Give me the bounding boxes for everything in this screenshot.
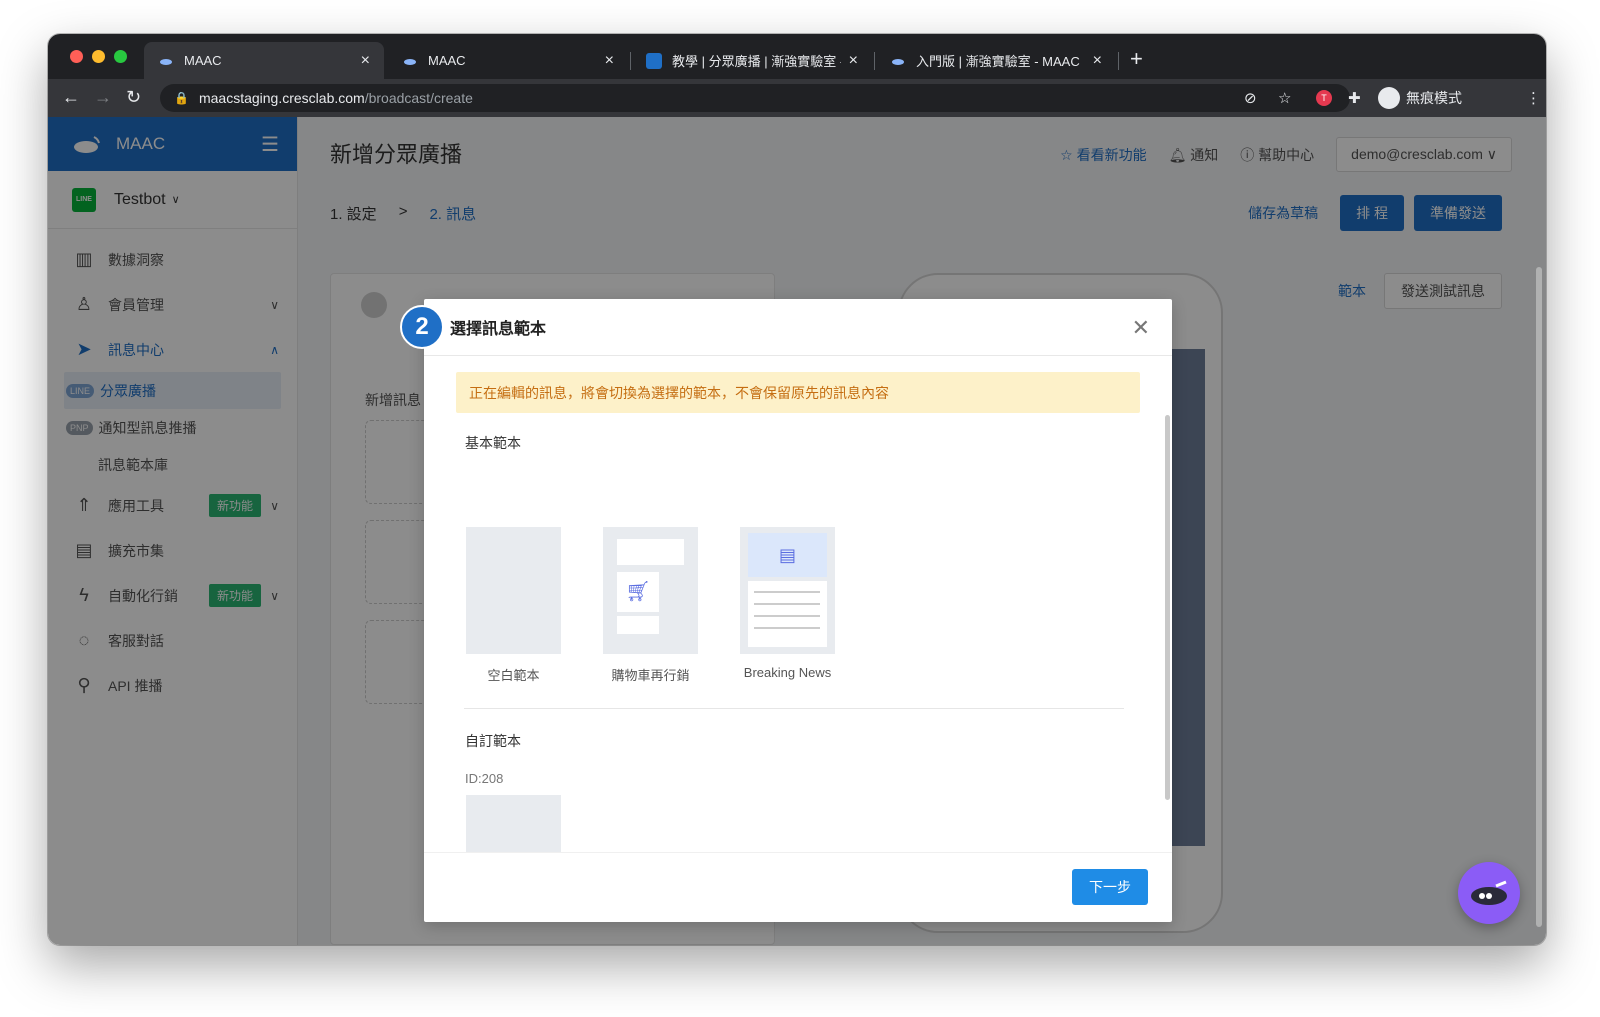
modal-header: 2 選擇訊息範本 ✕: [400, 299, 1172, 356]
lock-icon: 🔒: [174, 91, 189, 105]
incognito-icon: [1378, 87, 1400, 109]
tab-title: 教學 | 分眾廣播 | 漸強實驗室 - 鼠: [672, 54, 841, 69]
template-breaking-news[interactable]: ▤ Breaking News: [740, 527, 835, 680]
reload-icon[interactable]: ↻: [126, 87, 141, 108]
browser-tab-2[interactable]: MAAC ×: [388, 42, 628, 79]
incognito-profile[interactable]: 無痕模式: [1378, 87, 1462, 109]
url-path: /broadcast/create: [364, 90, 473, 106]
forward-icon[interactable]: →: [94, 87, 112, 108]
step-number-badge: 2: [400, 305, 444, 349]
tab-title: 入門版 | 漸強實驗室 - MAAC: [916, 54, 1080, 69]
template-label: Breaking News: [743, 665, 832, 680]
new-tab-icon[interactable]: +: [1130, 46, 1143, 72]
tab-title: MAAC: [184, 53, 222, 68]
custom-template-thumbnail[interactable]: [466, 795, 561, 852]
extension-icon[interactable]: T: [1316, 90, 1332, 106]
maac-favicon-icon: [158, 53, 174, 69]
template-thumbnail: [466, 527, 561, 654]
page-scrollbar[interactable]: [1536, 267, 1542, 927]
maac-favicon-icon: [890, 53, 906, 69]
maximize-window-button[interactable]: [114, 50, 127, 63]
template-thumbnail: ▤: [740, 527, 835, 654]
modal-scrollbar[interactable]: [1165, 415, 1170, 800]
tab-bar: MAAC × MAAC × 教學 | 分眾廣播 | 漸強實驗室 - 鼠 × 入門…: [48, 34, 1546, 79]
close-tab-icon[interactable]: ×: [849, 52, 858, 70]
window-controls: [70, 50, 127, 63]
template-label: 購物車再行銷: [611, 668, 690, 683]
kebab-menu-icon[interactable]: ⋮: [1526, 89, 1541, 107]
browser-tab-1[interactable]: MAAC ×: [144, 42, 384, 79]
template-thumbnail: 🛒︎: [603, 527, 698, 654]
close-tab-icon[interactable]: ×: [361, 52, 370, 70]
back-icon[interactable]: ←: [62, 87, 80, 108]
close-window-button[interactable]: [70, 50, 83, 63]
template-label: 空白範本: [487, 668, 540, 683]
star-icon[interactable]: ☆: [1278, 89, 1291, 107]
newspaper-icon: ▤: [748, 533, 827, 577]
url-host: maacstaging.cresclab.com: [198, 90, 365, 106]
incognito-label: 無痕模式: [1406, 90, 1462, 106]
modal-footer: 下一步: [424, 852, 1172, 922]
modal-title: 選擇訊息範本: [450, 321, 547, 338]
url-field[interactable]: 🔒 maacstaging.cresclab.com/broadcast/cre…: [160, 84, 1350, 112]
template-modal: 2 選擇訊息範本 ✕ 正在編輯的訊息，將會切換為選擇的範本，不會保留原先的訊息內…: [400, 299, 1172, 922]
section-divider: [464, 708, 1124, 709]
template-blank[interactable]: 空白範本: [466, 527, 561, 684]
puzzle-icon[interactable]: ✚: [1348, 89, 1361, 107]
close-tab-icon[interactable]: ×: [1093, 52, 1102, 70]
address-bar: ← → ↻ 🔒 maacstaging.cresclab.com/broadca…: [48, 79, 1546, 117]
close-icon[interactable]: ✕: [1132, 315, 1150, 341]
browser-tab-4[interactable]: 入門版 | 漸強實驗室 - MAAC ×: [876, 42, 1116, 79]
close-tab-icon[interactable]: ×: [605, 52, 614, 70]
warning-banner: 正在編輯的訊息，將會切換為選擇的範本，不會保留原先的訊息內容: [456, 372, 1140, 413]
app-root: MAAC ☰ LINE Testbot ∨ ▥ 數據洞察 ♙ 會員管理 ∨ ➤ …: [48, 117, 1546, 945]
basic-templates-title: 基本範本: [465, 435, 521, 451]
next-step-button[interactable]: 下一步: [1072, 869, 1148, 905]
custom-templates-title: 自訂範本: [465, 733, 521, 749]
custom-template-id: ID:208: [465, 771, 504, 786]
shopping-cart-icon: 🛒︎: [617, 572, 659, 612]
eye-off-icon[interactable]: ⊘: [1244, 89, 1257, 107]
tutorial-favicon-icon: [646, 52, 662, 69]
chat-mascot-icon: [1471, 880, 1507, 905]
tab-title: MAAC: [428, 53, 466, 68]
minimize-window-button[interactable]: [92, 50, 105, 63]
chat-support-button[interactable]: [1458, 862, 1520, 924]
maac-favicon-icon: [402, 53, 418, 69]
template-cart-remarketing[interactable]: 🛒︎ 購物車再行銷: [603, 527, 698, 684]
modal-body: 正在編輯的訊息，將會切換為選擇的範本，不會保留原先的訊息內容 基本範本 空白範本…: [424, 356, 1172, 852]
browser-window: MAAC × MAAC × 教學 | 分眾廣播 | 漸強實驗室 - 鼠 × 入門…: [48, 34, 1546, 945]
browser-tab-3[interactable]: 教學 | 分眾廣播 | 漸強實驗室 - 鼠 ×: [632, 42, 872, 79]
